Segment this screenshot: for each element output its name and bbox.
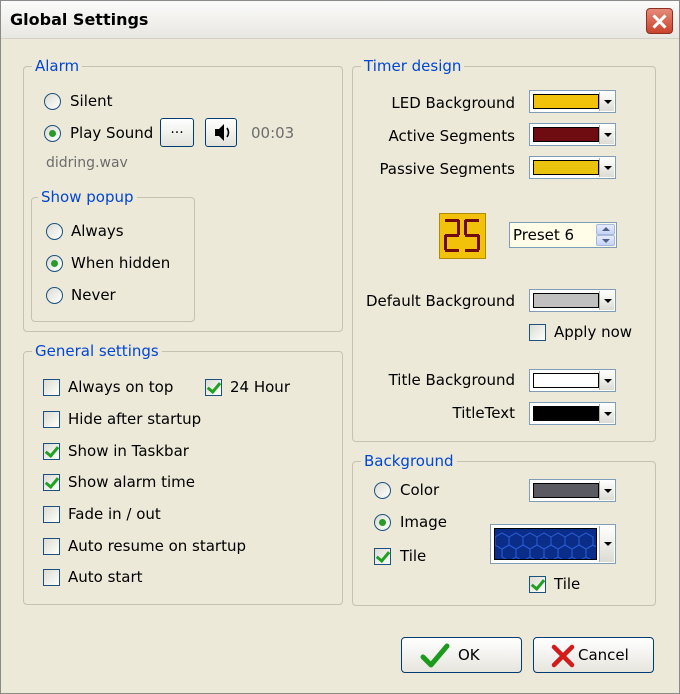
- fade-in-out-label[interactable]: Fade in / out: [68, 505, 161, 523]
- led-preview: [439, 213, 486, 259]
- hide-after-startup-checkbox[interactable]: [43, 411, 60, 428]
- passive-segments-picker[interactable]: [529, 156, 616, 179]
- auto-start-checkbox[interactable]: [43, 569, 60, 586]
- preset-value: Preset 6: [513, 226, 575, 244]
- window-title: Global Settings: [10, 10, 149, 29]
- general-settings-legend: General settings: [32, 342, 162, 360]
- sound-duration: 00:03: [251, 124, 295, 142]
- popup-never-radio[interactable]: [46, 287, 63, 304]
- play-sound-label[interactable]: Play Sound: [70, 124, 153, 142]
- checkmark-icon: [420, 643, 450, 668]
- image-tile-checkbox[interactable]: [529, 576, 546, 593]
- default-background-swatch: [533, 293, 599, 308]
- title-text-label: TitleText: [452, 404, 515, 422]
- background-color-radio[interactable]: [374, 482, 391, 499]
- chevron-down-icon[interactable]: [599, 125, 614, 144]
- show-in-taskbar-label[interactable]: Show in Taskbar: [68, 442, 189, 460]
- apply-now-checkbox[interactable]: [529, 324, 546, 341]
- title-bar[interactable]: Global Settings: [1, 1, 679, 39]
- active-segments-picker[interactable]: [529, 123, 616, 146]
- chevron-down-icon[interactable]: [599, 481, 614, 500]
- chevron-down-icon[interactable]: [599, 92, 614, 111]
- chevron-down-icon[interactable]: [599, 404, 614, 423]
- default-background-label: Default Background: [365, 292, 515, 310]
- active-segments-swatch: [533, 127, 599, 142]
- auto-start-label[interactable]: Auto start: [68, 568, 143, 586]
- title-background-picker[interactable]: [529, 369, 616, 392]
- silent-label[interactable]: Silent: [70, 92, 112, 110]
- hexagon-pattern-icon: [494, 528, 597, 560]
- passive-segments-swatch: [533, 160, 599, 175]
- speaker-icon: [215, 124, 230, 141]
- tile-label[interactable]: Tile: [400, 547, 426, 565]
- chevron-down-icon[interactable]: [599, 526, 614, 562]
- led-background-swatch: [533, 94, 599, 109]
- always-on-top-checkbox[interactable]: [43, 379, 60, 396]
- auto-resume-label[interactable]: Auto resume on startup: [68, 537, 246, 555]
- active-segments-label: Active Segments: [388, 127, 515, 145]
- 24-hour-label[interactable]: 24 Hour: [230, 378, 290, 396]
- background-color-label[interactable]: Color: [400, 481, 439, 499]
- play-sound-radio[interactable]: [44, 125, 61, 142]
- show-alarm-time-label[interactable]: Show alarm time: [68, 473, 195, 491]
- ok-button[interactable]: OK: [401, 637, 522, 673]
- image-tile-label[interactable]: Tile: [554, 575, 580, 593]
- popup-always-radio[interactable]: [46, 223, 63, 240]
- 24-hour-checkbox[interactable]: [205, 379, 222, 396]
- alarm-legend: Alarm: [32, 57, 83, 75]
- silent-radio[interactable]: [44, 93, 61, 110]
- show-in-taskbar-checkbox[interactable]: [43, 443, 60, 460]
- spin-down-icon[interactable]: [596, 235, 615, 246]
- led-background-picker[interactable]: [529, 90, 616, 113]
- chevron-down-icon[interactable]: [599, 291, 614, 310]
- background-legend: Background: [361, 452, 457, 470]
- title-text-swatch: [533, 406, 599, 421]
- popup-always-label[interactable]: Always: [71, 222, 124, 240]
- hide-after-startup-label[interactable]: Hide after startup: [68, 410, 201, 428]
- chevron-down-icon[interactable]: [599, 371, 614, 390]
- popup-when-hidden-label[interactable]: When hidden: [71, 254, 170, 272]
- cross-icon: [551, 644, 575, 668]
- background-image-label[interactable]: Image: [400, 513, 447, 531]
- popup-when-hidden-radio[interactable]: [46, 255, 63, 272]
- default-background-picker[interactable]: [529, 289, 616, 312]
- background-image-radio[interactable]: [374, 514, 391, 531]
- show-popup-legend: Show popup: [38, 188, 137, 206]
- global-settings-window: Global Settings Alarm Silent Play Sound …: [0, 0, 680, 694]
- spin-up-icon[interactable]: [596, 224, 615, 235]
- title-text-picker[interactable]: [529, 402, 616, 425]
- browse-sound-button[interactable]: ...: [160, 118, 194, 147]
- chevron-down-icon[interactable]: [599, 158, 614, 177]
- tile-checkbox[interactable]: [374, 548, 391, 565]
- title-background-swatch: [533, 373, 599, 388]
- sound-filename: didring.wav: [46, 155, 128, 171]
- fade-in-out-checkbox[interactable]: [43, 506, 60, 523]
- led-background-label: LED Background: [391, 94, 515, 112]
- timer-design-legend: Timer design: [361, 57, 465, 75]
- close-button[interactable]: [646, 8, 673, 34]
- auto-resume-checkbox[interactable]: [43, 538, 60, 555]
- background-color-picker[interactable]: [529, 479, 616, 502]
- led-digits-icon: [444, 219, 480, 252]
- popup-never-label[interactable]: Never: [71, 286, 116, 304]
- ok-label: OK: [458, 646, 480, 664]
- apply-now-label[interactable]: Apply now: [554, 323, 632, 341]
- show-alarm-time-checkbox[interactable]: [43, 474, 60, 491]
- cancel-button[interactable]: Cancel: [533, 637, 654, 673]
- background-image-picker[interactable]: [490, 524, 616, 564]
- play-sound-button[interactable]: [205, 118, 237, 147]
- always-on-top-label[interactable]: Always on top: [68, 378, 173, 396]
- preset-spinner[interactable]: Preset 6: [509, 222, 617, 248]
- cancel-label: Cancel: [578, 646, 629, 664]
- background-color-swatch: [533, 483, 599, 498]
- title-background-label: Title Background: [388, 371, 515, 389]
- passive-segments-label: Passive Segments: [379, 160, 515, 178]
